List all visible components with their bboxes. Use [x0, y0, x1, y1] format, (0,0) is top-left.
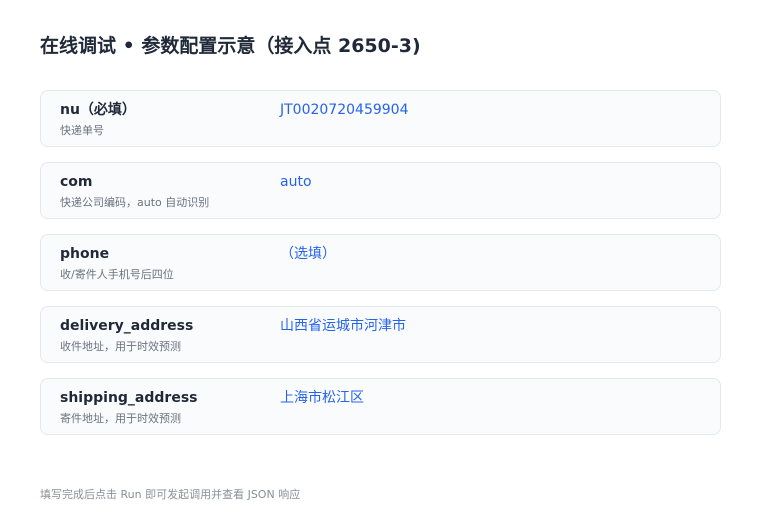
param-value-field[interactable]: 上海市松江区	[280, 389, 364, 407]
param-description: 快递单号	[60, 124, 104, 137]
param-row-phone: phone 收/寄件人手机号后四位 （选填）	[40, 234, 721, 291]
param-key: nu（必填）	[60, 102, 136, 118]
param-row-delivery-address: delivery_address 收件地址，用于时效预测 山西省运城市河津市	[40, 306, 721, 363]
param-row-shipping-address: shipping_address 寄件地址，用于时效预测 上海市松江区	[40, 378, 721, 435]
param-value-field[interactable]: 山西省运城市河津市	[280, 317, 406, 335]
param-description: 寄件地址，用于时效预测	[60, 412, 181, 425]
param-description: 收件地址，用于时效预测	[60, 340, 181, 353]
param-description: 快递公司编码，auto 自动识别	[60, 196, 210, 209]
footer-hint: 填写完成后点击 Run 即可发起调用并查看 JSON 响应	[40, 488, 301, 501]
param-row-com: com 快递公司编码，auto 自动识别 auto	[40, 162, 721, 219]
page-title: 在线调试 • 参数配置示意（接入点 2650-3)	[40, 35, 421, 57]
param-key: delivery_address	[60, 318, 194, 334]
param-description: 收/寄件人手机号后四位	[60, 268, 174, 281]
param-key: shipping_address	[60, 390, 198, 406]
param-value-field[interactable]: JT0020720459904	[280, 101, 408, 119]
param-list: nu（必填） 快递单号 JT0020720459904 com 快递公司编码，a…	[40, 90, 721, 450]
param-row-nu: nu（必填） 快递单号 JT0020720459904	[40, 90, 721, 147]
param-value-field[interactable]: （选填）	[280, 245, 336, 263]
param-key: com	[60, 174, 93, 190]
param-value-field[interactable]: auto	[280, 173, 312, 191]
param-key: phone	[60, 246, 110, 262]
